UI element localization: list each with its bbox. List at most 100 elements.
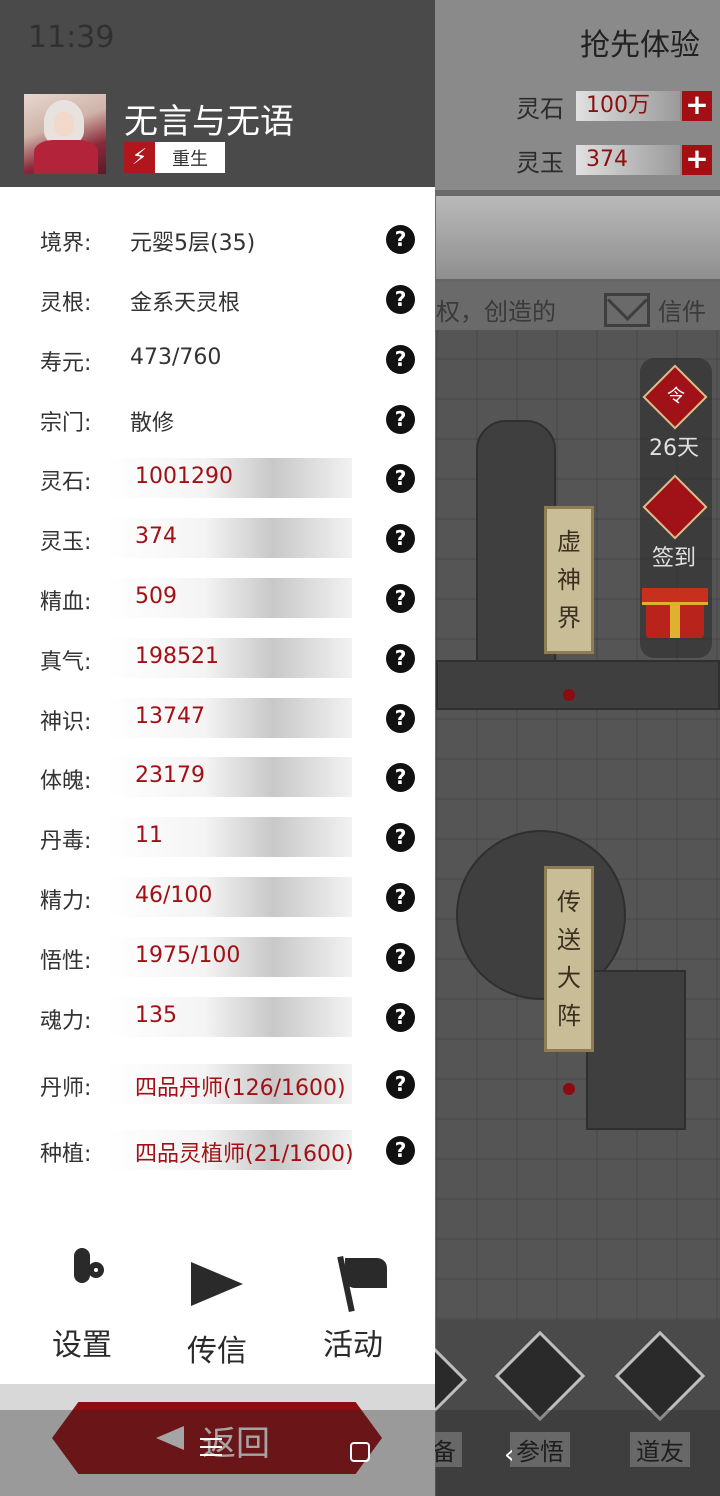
stat-label: 境界: — [40, 231, 92, 256]
stat-label: 真气: — [40, 650, 92, 675]
location-marker — [563, 1083, 575, 1095]
plaque-char: 界 — [557, 604, 581, 632]
system-navigation-bar: ‹ — [0, 1410, 720, 1496]
stat-value: 四品灵植师(21/1600) — [135, 1142, 354, 1167]
map-wall — [436, 660, 720, 710]
home-button[interactable] — [350, 1442, 370, 1462]
mail-button[interactable]: 信件 — [604, 292, 706, 327]
status-time: 11:39 — [28, 20, 115, 55]
help-icon[interactable]: ? — [386, 883, 415, 912]
stat-row: 精力: 46/100? — [0, 875, 435, 919]
stat-value: 1975/100 — [135, 943, 241, 968]
stat-value-box: 1001290 — [106, 458, 352, 498]
help-icon[interactable]: ? — [386, 823, 415, 852]
stat-label: 寿元: — [40, 351, 92, 376]
plaque-char: 传 — [557, 888, 581, 916]
scrolling-notice: 权，创造的 — [436, 298, 556, 326]
early-access-title[interactable]: 抢先体验 — [580, 20, 700, 64]
stat-value-box: 四品灵植师(21/1600) — [106, 1130, 354, 1170]
stat-value-box: 23179 — [106, 757, 352, 797]
plaque-char: 阵 — [557, 1002, 581, 1030]
stat-value-box: 509 — [106, 578, 352, 618]
stat-value: 四品丹师(126/1600) — [135, 1076, 346, 1101]
stat-row: 真气: 198521? — [0, 636, 435, 680]
stat-value-box: 四品丹师(126/1600) — [106, 1064, 352, 1104]
void-realm-plaque[interactable]: 虚 神 界 — [544, 506, 594, 654]
help-icon[interactable]: ? — [386, 225, 415, 254]
help-icon[interactable]: ? — [386, 644, 415, 673]
ling-order-label: 令 — [667, 386, 685, 407]
avatar[interactable] — [24, 94, 106, 174]
message-label: 传信 — [187, 1334, 247, 1369]
system-back-button[interactable]: ‹ — [504, 1440, 514, 1470]
resource-label: 灵玉 — [516, 148, 564, 177]
stat-value: 23179 — [135, 763, 205, 788]
stat-label: 种植: — [40, 1142, 92, 1167]
help-icon[interactable]: ? — [386, 1070, 415, 1099]
stat-row: 体魄: 23179? — [0, 755, 435, 799]
stat-label: 精力: — [40, 889, 92, 914]
help-icon[interactable]: ? — [386, 943, 415, 972]
teleport-array-plaque[interactable]: 传 送 大 阵 — [544, 866, 594, 1052]
stat-label: 神识: — [40, 710, 92, 735]
plaque-char: 虚 — [557, 528, 581, 556]
stat-row: 丹毒: 11? — [0, 815, 435, 859]
rebirth-label: 重生 — [172, 148, 208, 170]
stat-row: 神识: 13747? — [0, 696, 435, 740]
stat-value: 金系天灵根 — [130, 291, 241, 316]
rebirth-badge[interactable]: ⚡ 重生 — [124, 142, 225, 173]
help-icon[interactable]: ? — [386, 763, 415, 792]
stat-row: 种植: 四品灵植师(21/1600)? — [0, 1128, 435, 1172]
help-icon[interactable]: ? — [386, 1136, 415, 1165]
stat-label: 精血: — [40, 590, 92, 615]
stat-value-box: 13747 — [106, 698, 352, 738]
stat-row: 灵石: 1001290? — [0, 456, 435, 500]
lightning-icon: ⚡ — [124, 142, 155, 173]
stat-row: 魂力: 135? — [0, 995, 435, 1039]
resource-lingyu: 灵玉 374 + — [516, 143, 712, 177]
stat-value: 198521 — [135, 644, 219, 669]
stat-label: 体魄: — [40, 769, 92, 794]
stat-value-box: 198521 — [106, 638, 352, 678]
stat-value-box: 135 — [106, 997, 352, 1037]
stat-value: 46/100 — [135, 883, 213, 908]
activity-button[interactable]: 活动 — [303, 1255, 403, 1363]
stat-row: 寿元: 473/760? — [0, 337, 435, 381]
help-icon[interactable]: ? — [386, 1003, 415, 1032]
help-icon[interactable]: ? — [386, 345, 415, 374]
location-marker — [563, 689, 575, 701]
resource-value: 100万 — [576, 91, 680, 121]
stat-value: 374 — [135, 524, 177, 549]
add-lingshi-button[interactable]: + — [682, 91, 712, 121]
profile-drawer: 11:39 无言与无语 ⚡ 重生 境界: 元婴5层(35)? 灵根: 金系天灵根? 寿元… — [0, 0, 435, 1496]
drawer-header: 11:39 无言与无语 ⚡ 重生 — [0, 0, 435, 187]
stat-row: 丹师: 四品丹师(126/1600)? — [0, 1062, 435, 1106]
gift-icon[interactable] — [642, 588, 708, 638]
help-icon[interactable]: ? — [386, 524, 415, 553]
event-banner[interactable] — [436, 196, 720, 282]
stat-value: 473/760 — [130, 345, 222, 370]
stat-value: 散修 — [130, 411, 175, 436]
stat-label: 灵玉: — [40, 530, 92, 555]
map-building — [586, 970, 686, 1130]
stat-row: 宗门: 散修? — [0, 397, 435, 441]
plaque-char: 神 — [557, 566, 581, 594]
recent-apps-button[interactable] — [200, 1438, 222, 1462]
add-lingyu-button[interactable]: + — [682, 145, 712, 175]
stat-value: 13747 — [135, 704, 205, 729]
help-icon[interactable]: ? — [386, 285, 415, 314]
help-icon[interactable]: ? — [386, 584, 415, 613]
flag-icon — [313, 1255, 393, 1313]
stat-value-box: 46/100 — [106, 877, 352, 917]
message-button[interactable]: 传信 — [167, 1256, 267, 1369]
stat-value-box: 1975/100 — [106, 937, 352, 977]
help-icon[interactable]: ? — [386, 704, 415, 733]
stat-label: 宗门: — [40, 411, 92, 436]
help-icon[interactable]: ? — [386, 405, 415, 434]
help-icon[interactable]: ? — [386, 464, 415, 493]
stat-row: 境界: 元婴5层(35)? — [0, 217, 435, 261]
stat-value: 元婴5层(35) — [130, 231, 256, 256]
envelope-icon — [604, 292, 650, 327]
resource-lingshi: 灵石 100万 + — [516, 89, 712, 123]
settings-button[interactable]: 设置 — [32, 1248, 132, 1363]
